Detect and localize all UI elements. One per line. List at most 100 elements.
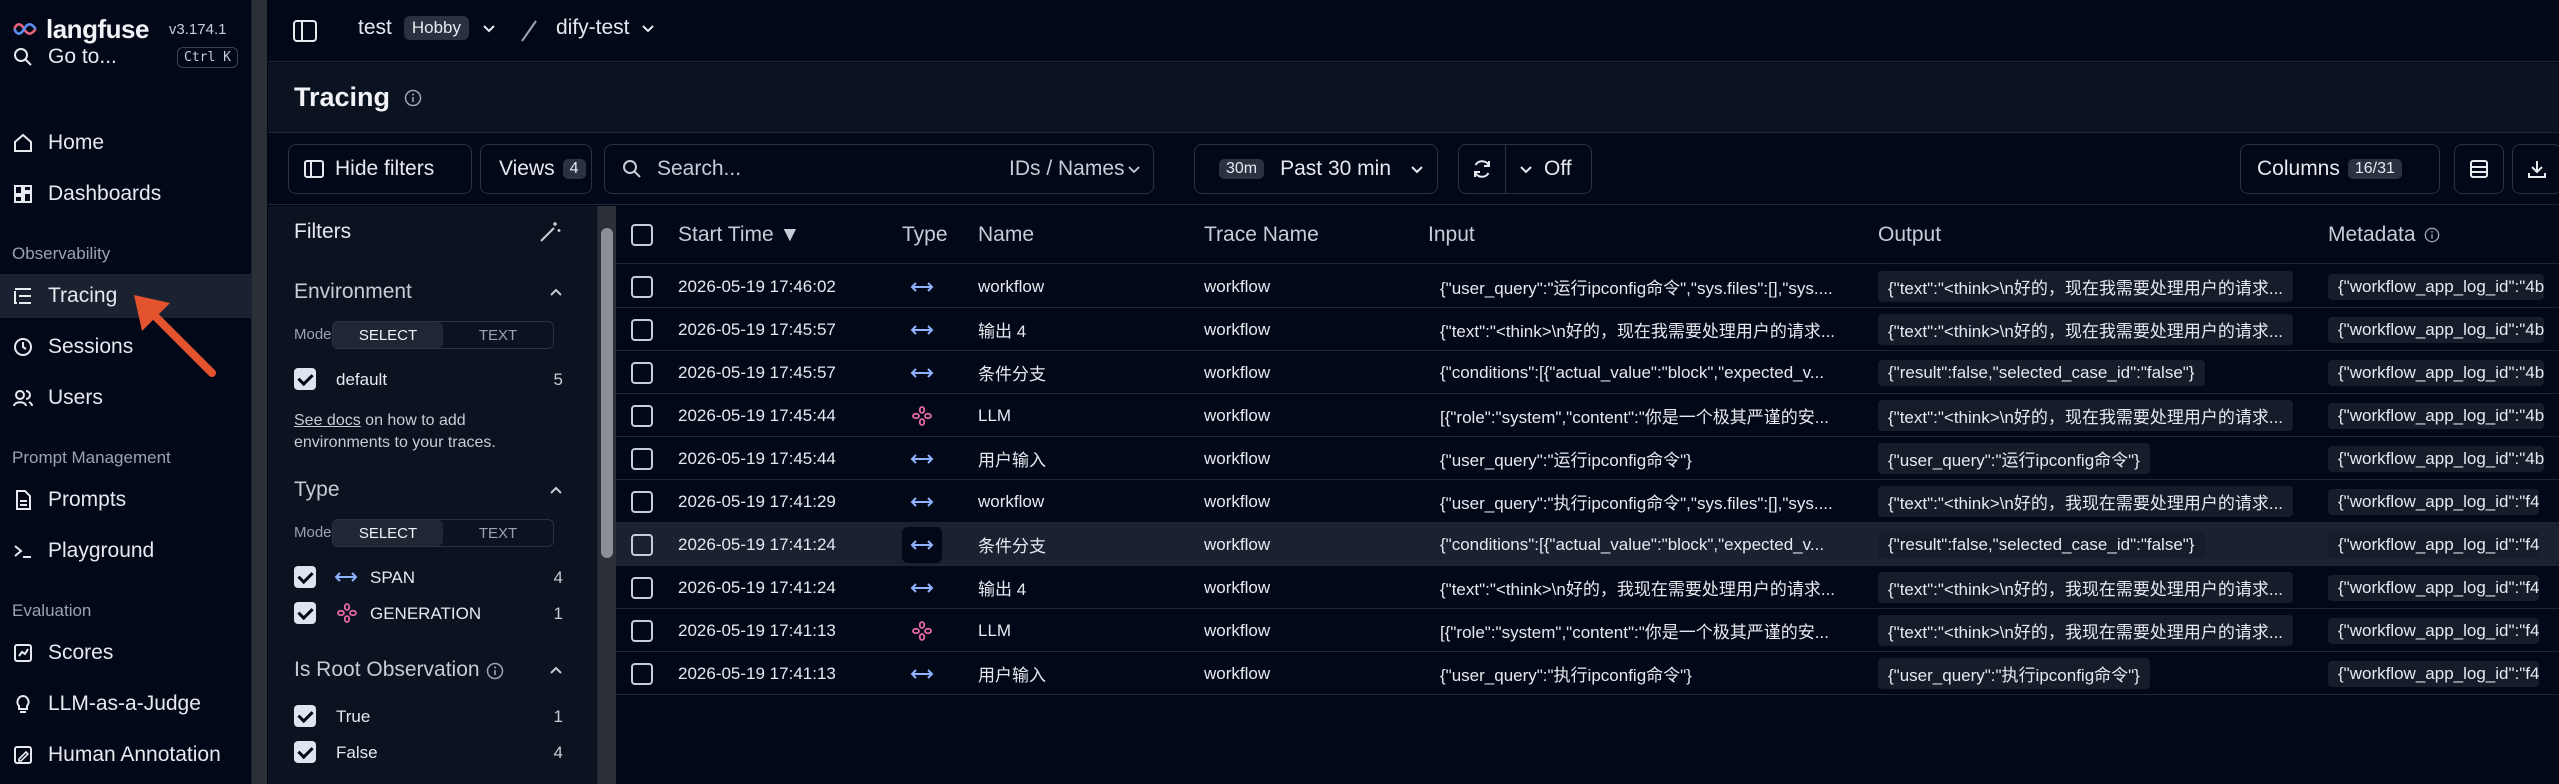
cell-trace-name[interactable]: workflow bbox=[1204, 523, 1414, 566]
cell-name[interactable]: LLM bbox=[978, 609, 1188, 652]
cell-name[interactable]: workflow bbox=[978, 480, 1188, 523]
cell-output[interactable]: {"text":"<think>\n好的，现在我需要处理用户的请求... bbox=[1878, 265, 2318, 308]
row-checkbox[interactable] bbox=[631, 362, 653, 384]
row-checkbox[interactable] bbox=[631, 491, 653, 513]
mode-text-option[interactable]: TEXT bbox=[443, 322, 553, 348]
cell-trace-name[interactable]: workflow bbox=[1204, 265, 1414, 308]
see-docs-link[interactable]: See docs bbox=[294, 412, 361, 429]
col-start-time[interactable]: Start Time ▼ bbox=[678, 206, 800, 264]
cell-input[interactable]: [{"role":"system","content":"你是一个极其严谨的安.… bbox=[1440, 394, 1870, 437]
environment-mode-toggle[interactable]: SELECT TEXT bbox=[332, 321, 554, 349]
sidebar-item-playground[interactable]: Playground bbox=[0, 529, 252, 573]
row-density-button[interactable] bbox=[2454, 144, 2504, 194]
cell-name[interactable]: 用户输入 bbox=[978, 652, 1188, 695]
chevron-up-icon[interactable] bbox=[548, 482, 564, 498]
cell-input[interactable]: [{"role":"system","content":"你是一个极其严谨的安.… bbox=[1440, 609, 1870, 652]
cell-input[interactable]: {"conditions":[{"actual_value":"block","… bbox=[1440, 523, 1870, 566]
info-icon[interactable] bbox=[486, 662, 504, 680]
cell-metadata[interactable]: {"workflow_app_log_id":"4b bbox=[2328, 351, 2559, 394]
cell-output[interactable]: {"text":"<think>\n好的，现在我需要处理用户的请求... bbox=[1878, 308, 2318, 351]
mode-select-option[interactable]: SELECT bbox=[333, 322, 443, 348]
sidebar-item-home[interactable]: Home bbox=[0, 121, 252, 165]
col-name[interactable]: Name bbox=[978, 206, 1034, 264]
table-row[interactable]: 2026-05-19 17:45:44 LLM workflow [{"role":"… bbox=[616, 394, 2559, 437]
filters-scrollbar[interactable] bbox=[598, 206, 616, 784]
row-checkbox[interactable] bbox=[631, 448, 653, 470]
col-metadata[interactable]: Metadata bbox=[2328, 206, 2440, 264]
row-checkbox[interactable] bbox=[631, 620, 653, 642]
sidebar-item-human-annotation[interactable]: Human Annotation bbox=[0, 733, 252, 777]
search-input[interactable]: Search... bbox=[657, 157, 741, 181]
cell-metadata[interactable]: {"workflow_app_log_id":"f4 bbox=[2328, 609, 2559, 652]
cell-trace-name[interactable]: workflow bbox=[1204, 308, 1414, 351]
views-button[interactable]: Views 4 bbox=[480, 144, 592, 194]
col-output[interactable]: Output bbox=[1878, 206, 1941, 264]
scrollbar-thumb[interactable] bbox=[601, 228, 613, 558]
cell-trace-name[interactable]: workflow bbox=[1204, 437, 1414, 480]
table-row[interactable]: 2026-05-19 17:41:29 workflow workflow {"use… bbox=[616, 480, 2559, 523]
sidebar-item-prompts[interactable]: Prompts bbox=[0, 478, 252, 522]
cell-input[interactable]: {"conditions":[{"actual_value":"block","… bbox=[1440, 351, 1870, 394]
cell-output[interactable]: {"user_query":"运行ipconfig命令"} bbox=[1878, 437, 2318, 480]
filter-environment-title[interactable]: Environment bbox=[294, 280, 412, 304]
cell-trace-name[interactable]: workflow bbox=[1204, 566, 1414, 609]
table-row[interactable]: 2026-05-19 17:41:24 输出 4 workflow {"text":"… bbox=[616, 566, 2559, 609]
cell-metadata[interactable]: {"workflow_app_log_id":"f4 bbox=[2328, 523, 2559, 566]
cell-output[interactable]: {"text":"<think>\n好的，我现在需要处理用户的请求... bbox=[1878, 480, 2318, 523]
cell-output[interactable]: {"text":"<think>\n好的，我现在需要处理用户的请求... bbox=[1878, 609, 2318, 652]
cell-metadata[interactable]: {"workflow_app_log_id":"4b bbox=[2328, 265, 2559, 308]
cell-trace-name[interactable]: workflow bbox=[1204, 351, 1414, 394]
table-row[interactable]: 2026-05-19 17:41:13 LLM workflow [{"role":"… bbox=[616, 609, 2559, 652]
col-type[interactable]: Type bbox=[902, 206, 948, 264]
refresh-control[interactable]: Off bbox=[1458, 144, 1592, 194]
cell-name[interactable]: 输出 4 bbox=[978, 308, 1188, 351]
chevron-up-icon[interactable] bbox=[548, 662, 564, 678]
row-checkbox[interactable] bbox=[631, 663, 653, 685]
cell-metadata[interactable]: {"workflow_app_log_id":"4b bbox=[2328, 394, 2559, 437]
table-row[interactable]: 2026-05-19 17:45:44 用户输入 workflow {"user_qu… bbox=[616, 437, 2559, 480]
table-row[interactable]: 2026-05-19 17:41:13 用户输入 workflow {"user_qu… bbox=[616, 652, 2559, 695]
table-row[interactable]: 2026-05-19 17:46:02 workflow workflow {"use… bbox=[616, 265, 2559, 308]
row-checkbox[interactable] bbox=[631, 534, 653, 556]
type-mode-toggle[interactable]: SELECT TEXT bbox=[332, 519, 554, 547]
chevron-up-icon[interactable] bbox=[548, 284, 564, 300]
refresh-icon[interactable] bbox=[1471, 158, 1493, 180]
sidebar-item-dashboards[interactable]: Dashboards bbox=[0, 172, 252, 216]
mode-text-option[interactable]: TEXT bbox=[443, 520, 553, 546]
sidebar-scrollbar[interactable] bbox=[252, 0, 267, 784]
cell-input[interactable]: {"text":"<think>\n好的，我现在需要处理用户的请求... bbox=[1440, 566, 1870, 609]
checkbox[interactable] bbox=[294, 705, 316, 727]
checkbox[interactable] bbox=[294, 602, 316, 624]
breadcrumb-project[interactable]: dify-test bbox=[556, 16, 656, 40]
cell-input[interactable]: {"user_query":"执行ipconfig命令"} bbox=[1440, 652, 1870, 695]
cell-output[interactable]: {"result":false,"selected_case_id":"fals… bbox=[1878, 523, 2318, 566]
cell-output[interactable]: {"text":"<think>\n好的，我现在需要处理用户的请求... bbox=[1878, 566, 2318, 609]
col-input[interactable]: Input bbox=[1428, 206, 1475, 264]
cell-metadata[interactable]: {"workflow_app_log_id":"4b bbox=[2328, 437, 2559, 480]
cell-output[interactable]: {"user_query":"执行ipconfig命令"} bbox=[1878, 652, 2318, 695]
filter-root-title[interactable]: Is Root Observation bbox=[294, 658, 480, 682]
sidebar-item-scores[interactable]: Scores bbox=[0, 631, 252, 675]
cell-name[interactable]: 用户输入 bbox=[978, 437, 1188, 480]
cell-metadata[interactable]: {"workflow_app_log_id":"f4 bbox=[2328, 480, 2559, 523]
cell-trace-name[interactable]: workflow bbox=[1204, 609, 1414, 652]
cell-name[interactable]: LLM bbox=[978, 394, 1188, 437]
cell-output[interactable]: {"result":false,"selected_case_id":"fals… bbox=[1878, 351, 2318, 394]
table-row[interactable]: 2026-05-19 17:45:57 输出 4 workflow {"text":"… bbox=[616, 308, 2559, 351]
cell-trace-name[interactable]: workflow bbox=[1204, 394, 1414, 437]
table-row[interactable]: 2026-05-19 17:45:57 条件分支 workflow {"conditi… bbox=[616, 351, 2559, 394]
mode-select-option[interactable]: SELECT bbox=[333, 520, 443, 546]
search-scope-select[interactable]: IDs / Names bbox=[1009, 157, 1125, 181]
breadcrumb-org[interactable]: test Hobby bbox=[358, 16, 497, 40]
cell-name[interactable]: 条件分支 bbox=[978, 523, 1188, 566]
row-checkbox[interactable] bbox=[631, 319, 653, 341]
cell-input[interactable]: {"user_query":"运行ipconfig命令"} bbox=[1440, 437, 1870, 480]
search-bar[interactable]: Search... IDs / Names bbox=[604, 144, 1154, 194]
checkbox[interactable] bbox=[294, 368, 316, 390]
cell-input[interactable]: {"text":"<think>\n好的，现在我需要处理用户的请求... bbox=[1440, 308, 1870, 351]
hide-filters-button[interactable]: Hide filters bbox=[288, 144, 472, 194]
cell-name[interactable]: 条件分支 bbox=[978, 351, 1188, 394]
select-all-checkbox[interactable] bbox=[631, 224, 653, 246]
info-icon[interactable] bbox=[404, 89, 422, 107]
cell-name[interactable]: workflow bbox=[978, 265, 1188, 308]
